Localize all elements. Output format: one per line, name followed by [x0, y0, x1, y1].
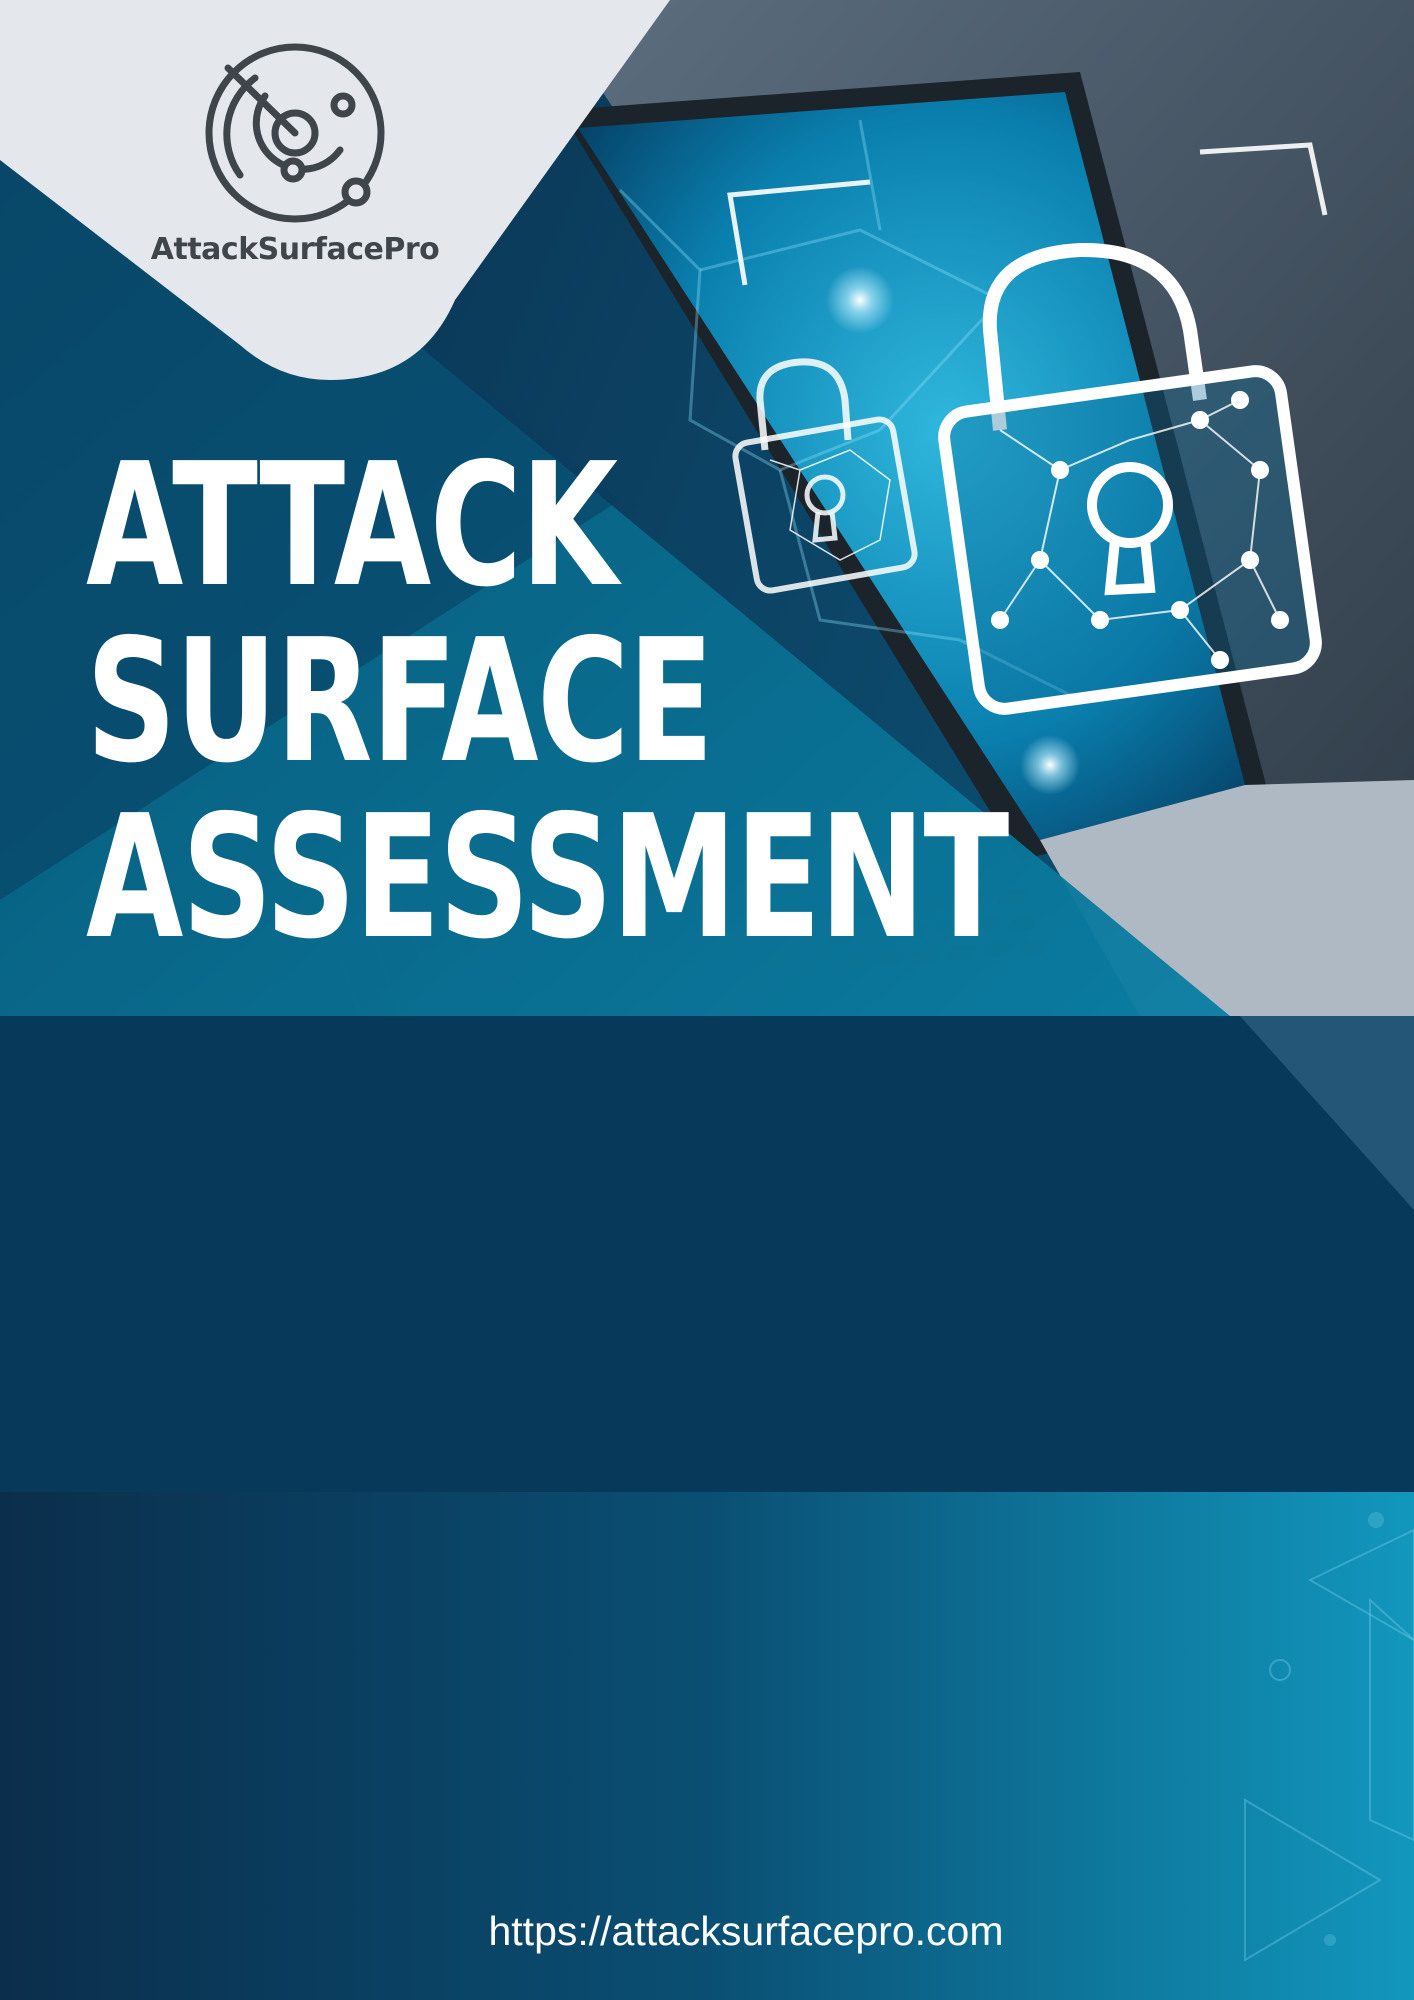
website-link[interactable]: https://attacksurfacepro.com	[0, 1908, 1414, 1955]
brand-name: AttackSurfacePro	[150, 232, 440, 267]
title-line-2: SURFACE	[86, 603, 714, 801]
title-line-3: ASSESSMENT	[86, 779, 1009, 977]
cover-page: AttackSurfacePro ATTACK SURFACE ASSESSME…	[0, 0, 1414, 2000]
title-line-1: ATTACK	[86, 427, 618, 625]
page-title: ATTACK SURFACE ASSESSMENT	[86, 427, 1009, 977]
cover-background	[0, 0, 1414, 2000]
